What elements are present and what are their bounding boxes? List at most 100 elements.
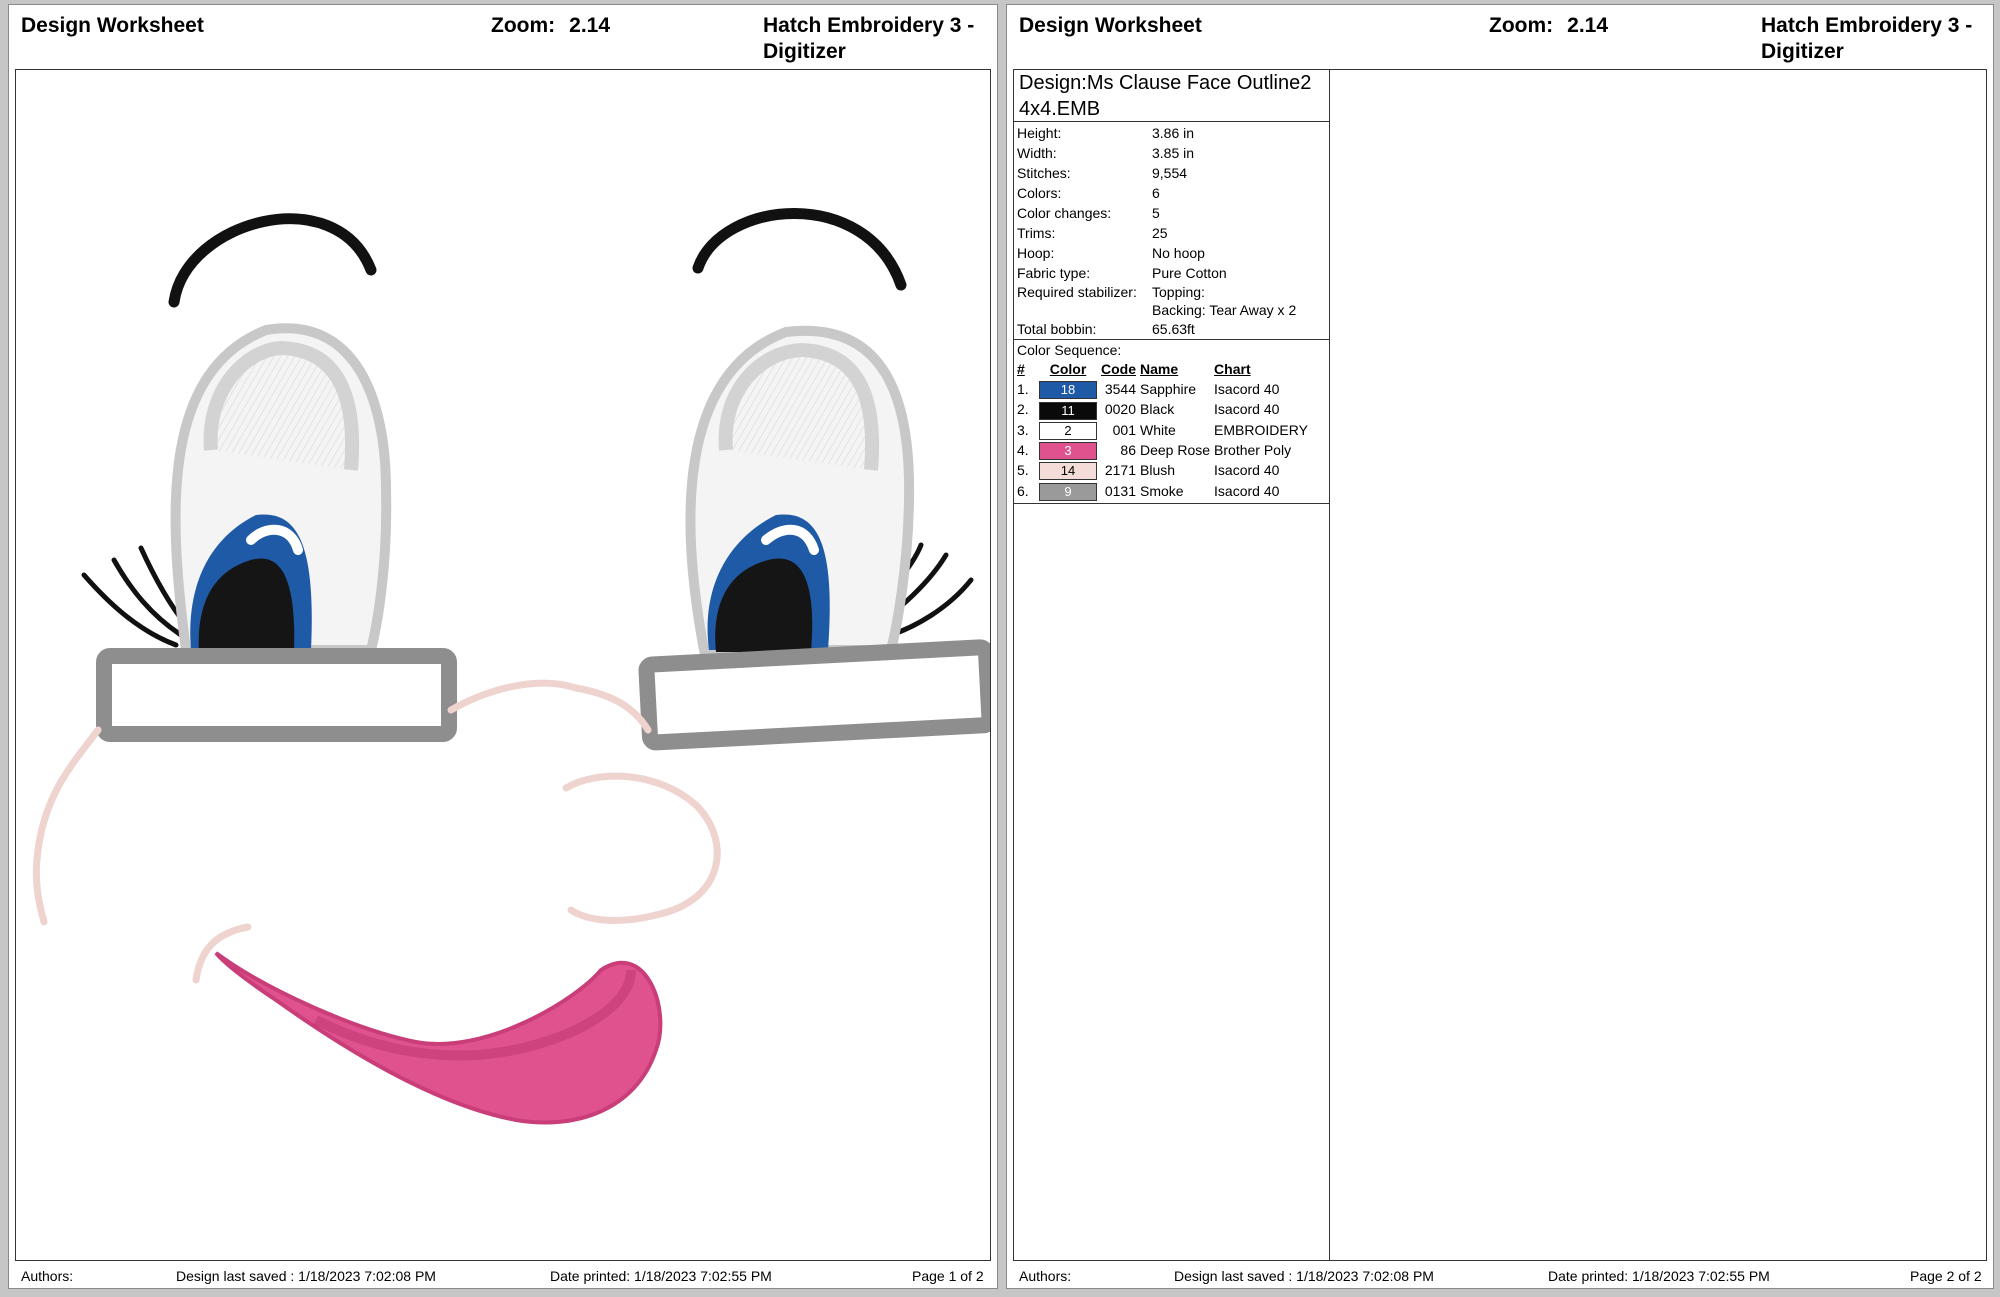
color-swatch-cell: 11 (1039, 399, 1101, 420)
color-num: 1. (1017, 381, 1029, 398)
color-code: 0020 (1104, 401, 1136, 418)
stat-width: Width: 3.85 in (1017, 143, 1329, 163)
table-row: 6. 9 0131 Smoke Isacord 40 (1017, 480, 1312, 501)
color-swatch-cell: 2 (1039, 420, 1101, 440)
stat-stitches: Stitches: 9,554 (1017, 163, 1329, 183)
color-chart: Isacord 40 (1214, 482, 1280, 499)
left-eyelashes (81, 545, 189, 648)
right-eyebrow (692, 208, 907, 291)
stabilizer-backing: Backing: Tear Away x 2 (1152, 302, 1297, 318)
table-row: 3. 2 001 White EMBROIDERY (1017, 420, 1312, 440)
stat-value: 3.86 in (1152, 125, 1195, 141)
color-name: Smoke (1140, 482, 1184, 499)
stat-stabilizer: Required stabilizer: Topping: Backing: Te… (1017, 283, 1329, 319)
color-num: 2. (1017, 401, 1029, 418)
color-swatch-cell: 9 (1039, 480, 1101, 501)
zoom-label: Zoom: (491, 14, 556, 37)
mouth (214, 951, 663, 1125)
color-name: Sapphire (1140, 381, 1197, 398)
stat-label: Fabric type: (1017, 265, 1091, 281)
color-sequence-title: Color Sequence: (1017, 342, 1122, 358)
stat-label: Stitches: (1017, 165, 1071, 181)
color-num: 4. (1017, 442, 1029, 459)
color-chart: Isacord 40 (1214, 381, 1280, 398)
design-info-frame: Design:Ms Clause Face Outline2 4x4.EMB H… (1013, 69, 1987, 1261)
table-row: 1. 18 3544 Sapphire Isacord 40 (1017, 379, 1312, 400)
col-code-header: Code (1101, 361, 1136, 377)
stat-color-changes: Color changes: 5 (1017, 203, 1329, 223)
stat-value: Pure Cotton (1152, 265, 1227, 281)
col-name-header: Name (1140, 361, 1179, 377)
footer-page-number: Page 1 of 2 (912, 1268, 984, 1284)
color-name: Deep Rose (1140, 442, 1211, 459)
stat-hoop: Hoop: No hoop (1017, 243, 1329, 263)
stat-label: Required stabilizer: (1017, 284, 1137, 300)
color-swatch: 18 (1039, 381, 1097, 400)
stat-value: No hoop (1152, 245, 1205, 261)
color-name: Black (1140, 401, 1175, 418)
design-info-panel: Design:Ms Clause Face Outline2 4x4.EMB H… (1014, 70, 1330, 1260)
stat-label: Hoop: (1017, 245, 1055, 261)
stat-colors: Colors: 6 (1017, 183, 1329, 203)
page-title: Design Worksheet (21, 14, 204, 37)
color-swatch: 9 (1039, 482, 1097, 501)
color-swatch-cell: 18 (1039, 379, 1101, 400)
color-chart: Brother Poly (1214, 442, 1292, 459)
stat-total-bobbin: Total bobbin: 65.63ft (1017, 319, 1329, 339)
color-chart: EMBROIDERY (1214, 421, 1308, 438)
table-header-row: # Color Code Name Chart (1017, 360, 1312, 379)
table-row: 2. 11 0020 Black Isacord 40 (1017, 399, 1312, 420)
glasses-frames (96, 639, 990, 751)
zoom-value: 2.14 (1567, 14, 1609, 37)
stat-label: Width: (1017, 145, 1057, 161)
color-sequence-table: # Color Code Name Chart 1. 18 3544 Sapphire… (1017, 360, 1312, 501)
col-chart-header: Chart (1214, 361, 1251, 377)
color-swatch-cell: 14 (1039, 460, 1101, 481)
color-code: 3544 (1104, 381, 1136, 398)
color-name: White (1140, 421, 1176, 438)
zoom-readout: Zoom: 2.14 (491, 13, 610, 39)
stat-value: 25 (1152, 225, 1168, 241)
design-stats: Height: 3.86 in Width: 3.85 in Stitches: 9,… (1014, 122, 1329, 340)
color-swatch-cell: 3 (1039, 440, 1101, 461)
color-name: Blush (1140, 462, 1176, 479)
stat-label: Color changes: (1017, 205, 1112, 221)
footer-last-saved: Design last saved : 1/18/2023 7:02:08 PM (1174, 1268, 1434, 1284)
app-name: Hatch Embroidery 3 - Digitizer (1761, 14, 1973, 63)
worksheet-page-1: Design Worksheet Zoom: 2.14 Hatch Embroid… (8, 4, 998, 1289)
left-eye (170, 323, 392, 655)
left-eyebrow (168, 213, 377, 308)
color-code: 0131 (1104, 482, 1136, 499)
stat-value: 3.85 in (1152, 145, 1195, 161)
worksheet-page-2: Design Worksheet Zoom: 2.14 Hatch Embroid… (1006, 4, 1994, 1289)
color-code: 2171 (1104, 462, 1136, 479)
col-num-header: # (1017, 361, 1025, 377)
footer-authors: Authors: (1019, 1268, 1072, 1284)
color-swatch: 3 (1039, 442, 1097, 461)
design-preview (15, 69, 991, 1261)
right-eye (685, 325, 915, 655)
stabilizer-topping: Topping: (1152, 284, 1205, 300)
zoom-value: 2.14 (569, 14, 611, 37)
color-chart: Isacord 40 (1214, 401, 1280, 418)
color-sequence: Color Sequence: # Color Code Name Chart … (1014, 340, 1329, 504)
footer-page-number: Page 2 of 2 (1910, 1268, 1982, 1284)
footer-last-saved: Design last saved : 1/18/2023 7:02:08 PM (176, 1268, 436, 1284)
design-name: Design:Ms Clause Face Outline2 4x4.EMB (1014, 70, 1329, 122)
stat-height: Height: 3.86 in (1017, 123, 1329, 143)
stat-trims: Trims: 25 (1017, 223, 1329, 243)
col-color-header: Color (1049, 361, 1087, 377)
color-swatch: 2 (1039, 421, 1097, 440)
stat-value: 6 (1152, 185, 1160, 201)
page-title: Design Worksheet (1019, 14, 1202, 37)
stat-label: Total bobbin: (1017, 321, 1097, 337)
stat-value: 9,554 (1152, 165, 1188, 181)
color-num: 3. (1017, 421, 1029, 438)
stat-fabric-type: Fabric type: Pure Cotton (1017, 263, 1329, 283)
color-num: 6. (1017, 482, 1029, 499)
color-num: 5. (1017, 462, 1029, 479)
color-swatch: 14 (1039, 462, 1097, 481)
footer-authors: Authors: (21, 1268, 74, 1284)
stat-value: 65.63ft (1152, 321, 1195, 337)
color-chart: Isacord 40 (1214, 462, 1280, 479)
